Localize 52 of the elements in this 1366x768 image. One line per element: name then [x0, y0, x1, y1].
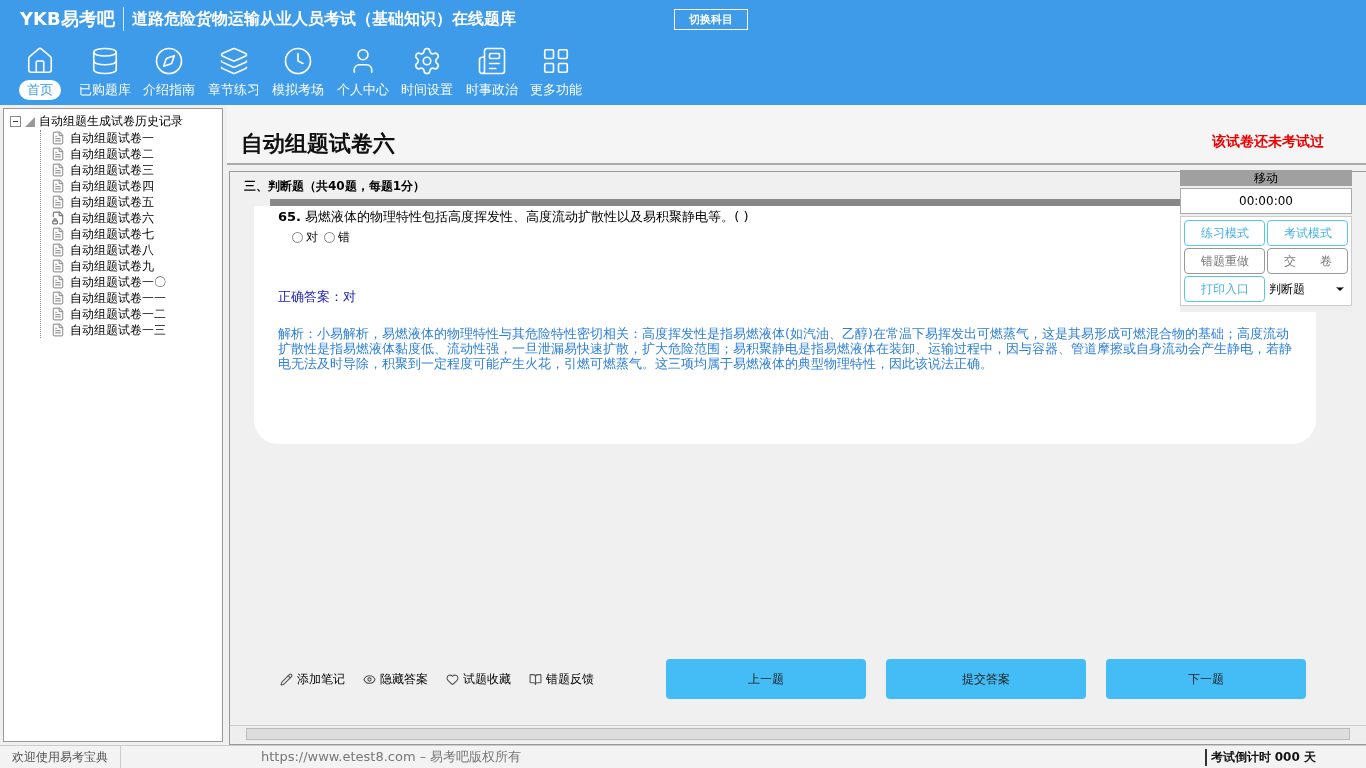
mode-button[interactable]: 错题重做 [1184, 248, 1265, 274]
tree-item[interactable]: 自动组题试卷一二 [69, 305, 167, 323]
correct-answer: 正确答案：对 [278, 288, 356, 306]
tree-item[interactable]: 自动组题试卷一三 [69, 321, 167, 339]
tree-root[interactable]: 自动组题生成试卷历史记录 [39, 113, 183, 130]
answer-analysis: 解析：小易解析，易燃液体的物理特性与其危险特性密切相关：高度挥发性是指易燃液体(如汽油、乙醇)在常温下易挥发出可燃蒸气，这是其易形成可燃混合物的基础；高度流动扩散性是指易燃液体黏度低、流动性强，一旦泄漏易快速扩散，扩大危险范围；易积聚静电是指易燃液体在装卸、运输过程中，因与容器、管道摩擦或自身流动会产生静电，若静电无法及时导除，积聚到一定程度可能产生火花，引燃可燃蒸气。这三项均属于易燃液体的典型物理特性，因此该说法正确。 [278, 326, 1292, 371]
tool-link[interactable]: 试题收藏 [463, 670, 511, 688]
book-icon[interactable] [529, 672, 542, 686]
triangle-icon [25, 116, 35, 127]
clock-icon[interactable] [283, 46, 314, 76]
answer-option[interactable]: 错 [324, 229, 350, 246]
question-type-dropdown[interactable]: 判断题 [1267, 276, 1348, 302]
pencil-icon[interactable] [280, 672, 293, 686]
heart-icon[interactable] [446, 672, 459, 686]
compass-icon[interactable] [154, 46, 185, 76]
eye-icon[interactable] [363, 672, 376, 686]
answer-option[interactable]: 对 [292, 229, 318, 246]
section-heading: 三、判断题（共40题，每题1分） [244, 178, 426, 195]
exam-countdown: 考试倒计时 000 天 [1204, 748, 1316, 766]
tree-item[interactable]: 自动组题试卷四 [69, 177, 155, 195]
newspaper-icon[interactable] [476, 46, 507, 76]
collapse-toggle[interactable] [10, 116, 21, 127]
nav-action-button[interactable]: 下一题 [1106, 659, 1306, 699]
tree-item[interactable]: 自动组题试卷八 [69, 241, 155, 259]
app-title: 道路危险货物运输从业人员考试（基础知识）在线题库 [131, 8, 517, 30]
nav-action-button[interactable]: 提交答案 [886, 659, 1086, 699]
tool-link[interactable]: 错题反馈 [546, 670, 594, 688]
nav-action-button[interactable]: 上一题 [666, 659, 866, 699]
tree-item[interactable]: 自动组题试卷九 [69, 257, 155, 275]
mode-button[interactable]: 交 卷 [1267, 248, 1348, 274]
tree-item[interactable]: 自动组题试卷一一 [69, 289, 167, 307]
tree-item[interactable]: 自动组题试卷六 [69, 209, 155, 227]
tree-item[interactable]: 自动组题试卷一 [69, 129, 155, 147]
timer-display: 00:00:00 [1180, 188, 1352, 214]
copyright-text: https://www.etest8.com – 易考吧版权所有 [261, 748, 522, 766]
app-logo: YKB易考吧 [20, 7, 124, 31]
radio-button[interactable] [324, 232, 335, 243]
move-handle[interactable]: 移动 [1180, 170, 1352, 186]
question-text: 65. 易燃液体的物理特性包括高度挥发性、高度流动扩散性以及易积聚静电等。( ) [278, 208, 750, 226]
horizontal-scrollbar[interactable] [230, 725, 1366, 742]
layers-icon[interactable] [218, 46, 249, 76]
welcome-text: 欢迎使用易考宝典 [0, 746, 121, 768]
tree-item[interactable]: 自动组题试卷二 [69, 145, 155, 163]
tree-item[interactable]: 自动组题试卷三 [69, 161, 155, 179]
tree-item[interactable]: 自动组题试卷五 [69, 193, 155, 211]
tool-link[interactable]: 隐藏答案 [380, 670, 428, 688]
exam-status: 该试卷还未考试过 [1212, 133, 1324, 151]
tree-item[interactable]: 自动组题试卷七 [69, 225, 155, 243]
radio-button[interactable] [292, 232, 303, 243]
tree-item[interactable]: 自动组题试卷一〇 [69, 273, 167, 291]
paper-title: 自动组题试卷六 [241, 130, 395, 158]
tool-link[interactable]: 添加笔记 [297, 670, 345, 688]
